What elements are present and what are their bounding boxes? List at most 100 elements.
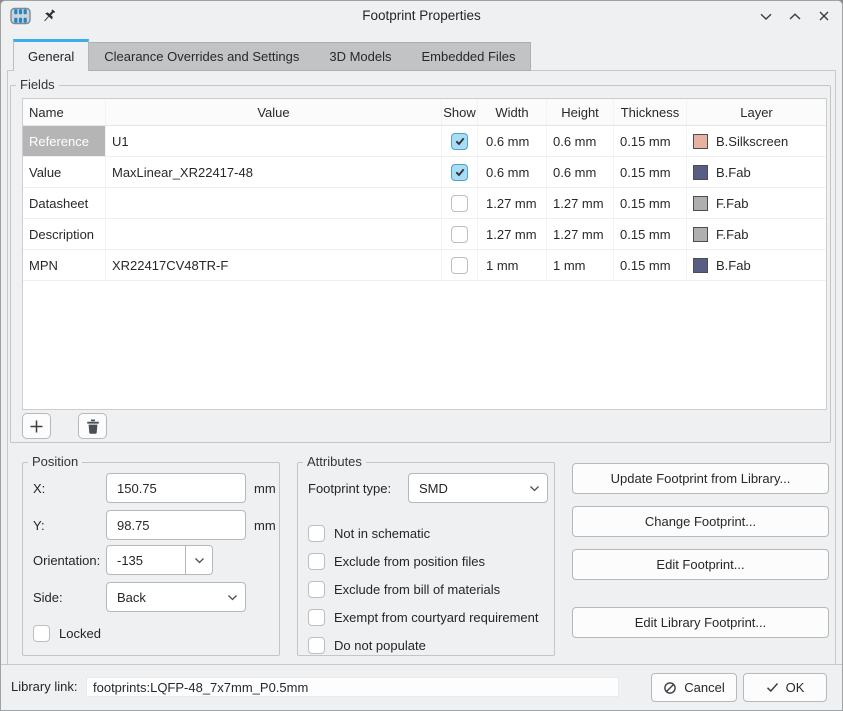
footprint-type-value: SMD [409, 481, 521, 496]
tab-embedded-files[interactable]: Embedded Files [407, 43, 531, 70]
field-value-cell[interactable]: U1 [106, 126, 442, 156]
orientation-row: Orientation: -135 [33, 545, 273, 575]
x-unit-label: mm [254, 481, 276, 496]
cancel-button[interactable]: Cancel [651, 673, 737, 702]
field-height-cell[interactable]: 0.6 mm [547, 126, 614, 156]
minimize-icon[interactable] [758, 8, 774, 24]
edit-footprint-button[interactable]: Edit Footprint... [572, 549, 829, 580]
attributes-group-legend: Attributes [303, 454, 366, 469]
field-width-cell[interactable]: 1 mm [478, 250, 547, 280]
show-checkbox[interactable] [451, 257, 468, 274]
exempt-courtyard-checkbox[interactable] [308, 609, 325, 626]
field-name-cell[interactable]: Value [23, 157, 106, 187]
field-thickness-cell[interactable]: 0.15 mm [614, 188, 687, 218]
field-height-cell[interactable]: 1 mm [547, 250, 614, 280]
table-toolbar [22, 413, 107, 439]
chevron-down-icon[interactable] [186, 557, 212, 564]
tab-bar: General Clearance Overrides and Settings… [13, 39, 531, 71]
orientation-combo[interactable]: -135 [106, 545, 213, 575]
show-checkbox[interactable] [451, 164, 468, 181]
field-name-cell[interactable]: Reference [23, 126, 106, 156]
tab-clearance-overrides[interactable]: Clearance Overrides and Settings [89, 43, 314, 70]
field-height-cell[interactable]: 1.27 mm [547, 219, 614, 249]
exempt-courtyard-label: Exempt from courtyard requirement [334, 610, 538, 625]
side-row: Side: Back [33, 582, 273, 612]
orientation-value: -135 [107, 553, 185, 568]
update-footprint-from-library-button[interactable]: Update Footprint from Library... [572, 463, 829, 494]
field-value-cell[interactable] [106, 219, 442, 249]
inactive-tab-strip: Clearance Overrides and Settings 3D Mode… [89, 42, 531, 71]
column-header-value[interactable]: Value [106, 99, 442, 125]
column-header-layer[interactable]: Layer [687, 99, 826, 125]
field-width-cell[interactable]: 1.27 mm [478, 219, 547, 249]
column-header-height[interactable]: Height [547, 99, 614, 125]
side-value: Back [107, 590, 219, 605]
field-height-cell[interactable]: 0.6 mm [547, 157, 614, 187]
layer-color-swatch [693, 196, 708, 211]
field-thickness-cell[interactable]: 0.15 mm [614, 219, 687, 249]
field-thickness-cell[interactable]: 0.15 mm [614, 250, 687, 280]
layer-color-swatch [693, 258, 708, 273]
column-header-width[interactable]: Width [478, 99, 547, 125]
field-value-cell[interactable]: MaxLinear_XR22417-48 [106, 157, 442, 187]
exclude-position-files-checkbox[interactable] [308, 553, 325, 570]
do-not-populate-checkbox[interactable] [308, 637, 325, 654]
fields-group-legend: Fields [16, 77, 59, 92]
change-footprint-button[interactable]: Change Footprint... [572, 506, 829, 537]
footprint-type-label: Footprint type: [308, 481, 408, 496]
table-row-reference: Reference U1 0.6 mm 0.6 mm 0.15 mm B.Sil… [23, 126, 826, 157]
add-field-button[interactable] [22, 413, 51, 439]
field-layer-cell[interactable]: F.Fab [687, 188, 826, 218]
field-layer-cell[interactable]: F.Fab [687, 219, 826, 249]
do-not-populate-label: Do not populate [334, 638, 426, 653]
y-unit-label: mm [254, 518, 276, 533]
chevron-down-icon[interactable] [219, 594, 245, 601]
column-header-thickness[interactable]: Thickness [614, 99, 687, 125]
field-layer-cell[interactable]: B.Fab [687, 157, 826, 187]
ok-button-label: OK [786, 680, 805, 695]
column-header-show[interactable]: Show [442, 99, 478, 125]
exclude-bom-checkbox[interactable] [308, 581, 325, 598]
maximize-icon[interactable] [787, 8, 803, 24]
field-thickness-cell[interactable]: 0.15 mm [614, 126, 687, 156]
footprint-type-dropdown[interactable]: SMD [408, 473, 548, 503]
field-height-cell[interactable]: 1.27 mm [547, 188, 614, 218]
locked-checkbox[interactable] [33, 625, 50, 642]
field-thickness-cell[interactable]: 0.15 mm [614, 157, 687, 187]
field-value-cell[interactable]: XR22417CV48TR-F [106, 250, 442, 280]
show-checkbox[interactable] [451, 195, 468, 212]
not-in-schematic-row: Not in schematic [308, 523, 430, 543]
side-dropdown[interactable]: Back [106, 582, 246, 612]
field-name-cell[interactable]: Description [23, 219, 106, 249]
exclude-bom-row: Exclude from bill of materials [308, 579, 500, 599]
field-layer-cell[interactable]: B.Silkscreen [687, 126, 826, 156]
field-name-cell[interactable]: Datasheet [23, 188, 106, 218]
field-layer-cell[interactable]: B.Fab [687, 250, 826, 280]
fields-table-header: Name Value Show Width Height Thickness L… [23, 99, 826, 126]
field-width-cell[interactable]: 0.6 mm [478, 157, 547, 187]
y-position-input[interactable] [106, 510, 246, 540]
exclude-position-files-row: Exclude from position files [308, 551, 485, 571]
close-icon[interactable] [816, 8, 832, 24]
delete-field-button[interactable] [78, 413, 107, 439]
field-show-cell [442, 219, 478, 249]
chevron-down-icon[interactable] [521, 485, 547, 492]
library-link-label: Library link: [11, 679, 77, 694]
field-name-cell[interactable]: MPN [23, 250, 106, 280]
ok-button[interactable]: OK [743, 673, 827, 702]
show-checkbox[interactable] [451, 226, 468, 243]
field-value-cell[interactable] [106, 188, 442, 218]
column-header-name[interactable]: Name [23, 99, 106, 125]
position-group-legend: Position [28, 454, 82, 469]
x-position-row: X: mm [33, 473, 273, 503]
tab-general[interactable]: General [13, 39, 89, 71]
y-position-row: Y: mm [33, 510, 273, 540]
field-width-cell[interactable]: 1.27 mm [478, 188, 547, 218]
edit-library-footprint-button[interactable]: Edit Library Footprint... [572, 607, 829, 638]
do-not-populate-row: Do not populate [308, 635, 426, 655]
show-checkbox[interactable] [451, 133, 468, 150]
x-position-input[interactable] [106, 473, 246, 503]
field-width-cell[interactable]: 0.6 mm [478, 126, 547, 156]
tab-3d-models[interactable]: 3D Models [314, 43, 406, 70]
not-in-schematic-checkbox[interactable] [308, 525, 325, 542]
